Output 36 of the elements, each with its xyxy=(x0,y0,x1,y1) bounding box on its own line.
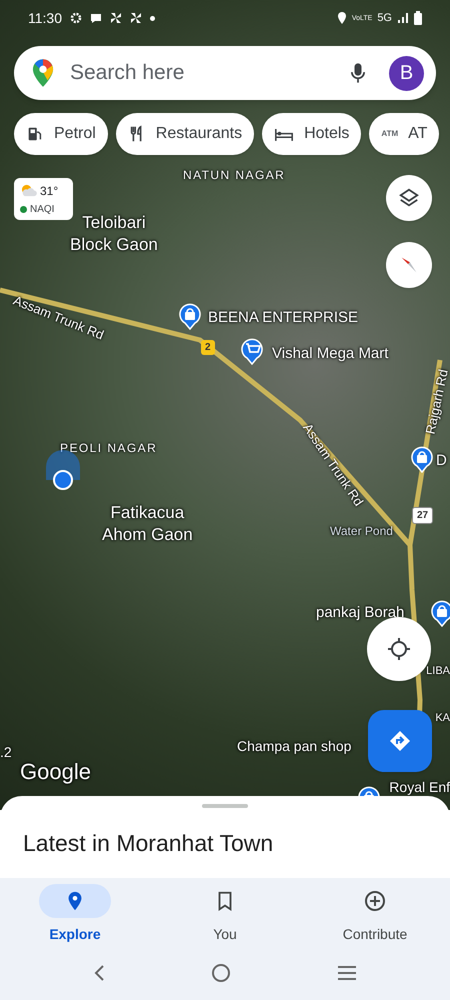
map-label: Fatikacua Ahom Gaon xyxy=(102,502,193,546)
map-label: Assam Trunk Rd xyxy=(10,292,107,344)
category-chip[interactable]: ATM AT xyxy=(369,113,440,155)
search-bar[interactable]: Search here B xyxy=(14,46,436,100)
map-label: Teloibari Block Gaon xyxy=(70,212,158,256)
weather-widget[interactable]: 31° NAQI xyxy=(14,178,73,220)
category-chip[interactable]: Restaurants xyxy=(116,113,254,155)
aqi-label: NAQI xyxy=(30,202,54,216)
sheet-title: Latest in Moranhat Town xyxy=(23,830,274,856)
clock-time: 11:30 xyxy=(28,8,62,28)
route-shield: 27 xyxy=(412,507,434,524)
avatar[interactable]: B xyxy=(389,56,424,90)
map-label: PEOLI NAGAR xyxy=(60,440,158,457)
map-label: NATUN NAGAR xyxy=(183,167,286,184)
map-label: LIBA xyxy=(426,664,450,679)
map-label: KA xyxy=(435,711,450,726)
atm-label: ATM xyxy=(381,128,398,140)
category-chip[interactable]: Hotels xyxy=(262,113,362,155)
route-shield: 2 xyxy=(201,340,215,355)
map-label: .2 xyxy=(0,743,12,762)
place-label[interactable]: D xyxy=(436,450,447,472)
place-label[interactable]: BEENA ENTERPRISE xyxy=(208,307,358,330)
nav-tab[interactable]: Contribute xyxy=(320,884,430,945)
map-label: Champa pan shop xyxy=(237,737,352,756)
nav-tab[interactable]: Explore xyxy=(20,884,130,945)
network-label: 5G xyxy=(377,10,392,26)
temperature: 31° xyxy=(40,182,58,200)
map-label: Rajgarh Rd xyxy=(421,368,450,436)
place-label[interactable]: Vishal Mega Mart xyxy=(272,343,388,366)
place-label[interactable]: Royal Enf xyxy=(389,777,450,798)
place-label[interactable]: pankaj Borah xyxy=(316,602,404,624)
map-logo: Google xyxy=(20,758,91,786)
nav-tab[interactable]: You xyxy=(170,884,280,945)
search-field[interactable]: Search here xyxy=(70,57,351,89)
map-label: Water Pond xyxy=(330,523,393,540)
category-chip[interactable]: Petrol xyxy=(14,113,108,155)
